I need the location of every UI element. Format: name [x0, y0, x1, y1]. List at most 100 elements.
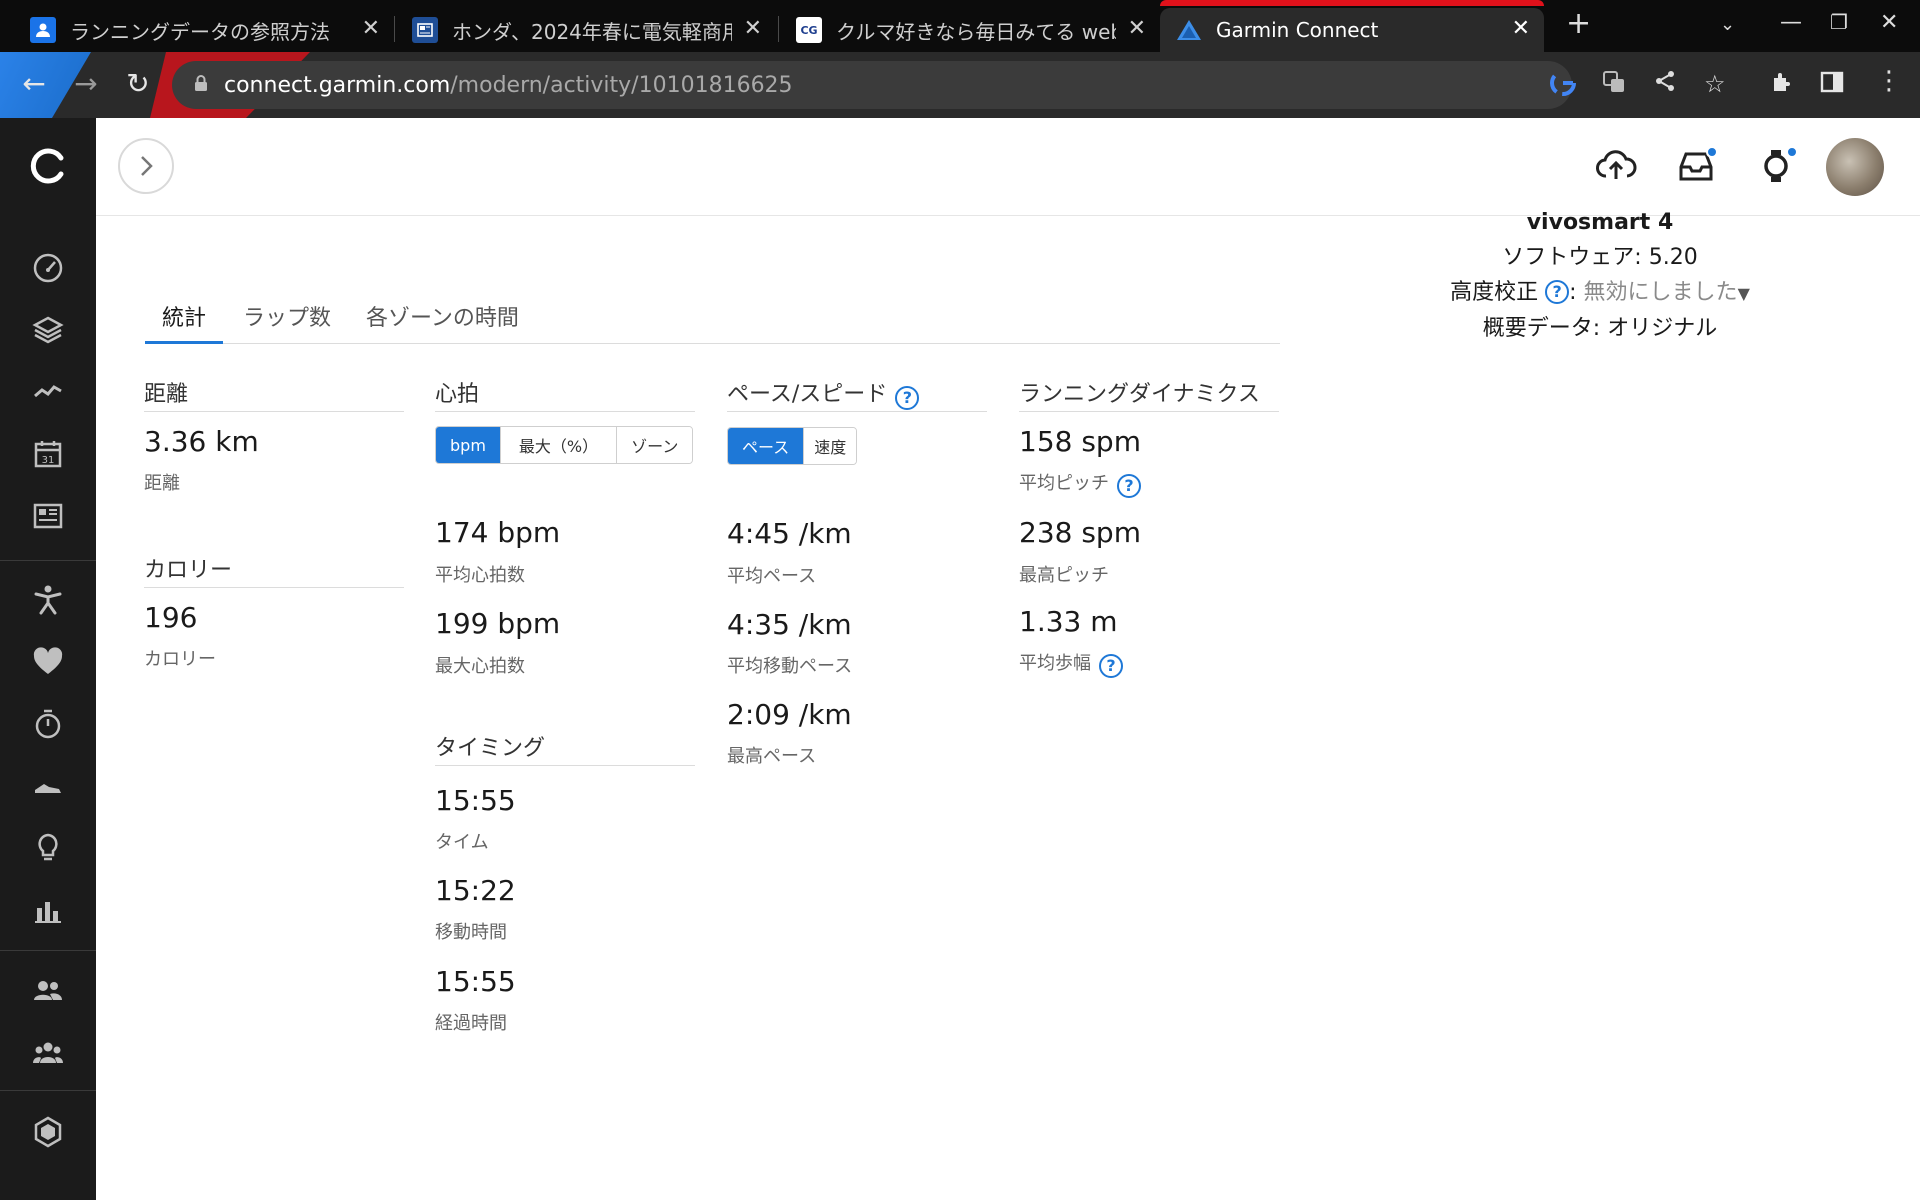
address-toolbar: ← → ↻ connect.garmin.com/modern/activity…: [0, 52, 1920, 118]
tab-title: Garmin Connect: [1216, 18, 1379, 42]
avg-moving-pace-label: 平均移動ペース: [727, 656, 853, 677]
close-icon[interactable]: ✕: [362, 16, 380, 41]
lightbulb-icon[interactable]: [28, 828, 68, 868]
elapsed-time-label: 経過時間: [435, 1013, 507, 1034]
close-icon[interactable]: ✕: [1512, 16, 1530, 41]
avatar[interactable]: [1826, 138, 1884, 196]
pace-unit-toggle: ペース 速度: [727, 427, 858, 465]
tab-separator: [778, 16, 779, 42]
back-arrow-icon[interactable]: ←: [16, 67, 52, 100]
connections-icon[interactable]: [28, 970, 68, 1010]
notification-dot: [1706, 146, 1718, 158]
avg-cadence-row: 平均ピッチ?: [1019, 469, 1141, 498]
avg-heart-rate-label: 平均心拍数: [435, 565, 525, 586]
layers-icon[interactable]: [28, 310, 68, 350]
max-percent-toggle-button[interactable]: 最大（%）: [500, 427, 618, 463]
heart-rate-section-title: 心拍: [435, 376, 695, 412]
new-tab-icon[interactable]: +: [1566, 6, 1591, 41]
person-training-icon[interactable]: [28, 580, 68, 620]
max-cadence-label: 最高ピッチ: [1019, 565, 1109, 586]
url-bar[interactable]: connect.garmin.com/modern/activity/10101…: [172, 61, 1572, 109]
dashboard-gauge-icon[interactable]: [28, 248, 68, 288]
avg-pace-value: 4:45 /km: [727, 517, 852, 550]
help-icon[interactable]: ?: [895, 386, 920, 410]
running-dynamics-section-title: ランニングダイナミクス: [1019, 376, 1279, 412]
inbox-icon[interactable]: [1674, 144, 1718, 188]
activity-trend-icon[interactable]: [28, 372, 68, 412]
watch-device-icon[interactable]: [1754, 144, 1798, 188]
avg-cadence-value: 158 spm: [1019, 425, 1141, 458]
kebab-menu-icon[interactable]: ⋮: [1876, 66, 1902, 96]
avg-pace-label: 平均ペース: [727, 566, 817, 587]
minimize-icon[interactable]: —: [1780, 10, 1802, 35]
best-pace-label: 最高ペース: [727, 746, 817, 767]
tab-search-icon[interactable]: ⌄: [1720, 14, 1735, 35]
window-close-icon[interactable]: ✕: [1880, 10, 1898, 35]
elapsed-time-value: 15:55: [435, 965, 516, 998]
speed-toggle-button[interactable]: 速度: [804, 428, 857, 464]
tab-separator: [394, 16, 395, 42]
share-icon[interactable]: [1654, 70, 1676, 98]
extensions-icon[interactable]: [1770, 70, 1794, 100]
close-icon[interactable]: ✕: [744, 16, 762, 41]
forward-arrow-icon[interactable]: →: [68, 67, 104, 100]
browser-tab-2[interactable]: ホンダ、2024年春に電気軽商用 ✕: [396, 8, 776, 52]
avg-moving-pace-value: 4:35 /km: [727, 608, 852, 641]
browser-tab-active[interactable]: Garmin Connect ✕: [1160, 0, 1544, 52]
groups-icon[interactable]: [28, 1032, 68, 1072]
browser-tab-3[interactable]: CG クルマ好きなら毎日みてる web ✕: [780, 8, 1160, 52]
bookmark-star-icon[interactable]: ☆: [1704, 70, 1726, 98]
translate-icon[interactable]: [1602, 70, 1626, 99]
garmin-connect-logo-icon[interactable]: [28, 146, 68, 186]
help-icon[interactable]: ?: [1099, 654, 1123, 678]
elevation-correction-label: 高度校正: [1450, 280, 1539, 305]
distance-value: 3.36 km: [144, 425, 259, 458]
expand-sidebar-button[interactable]: [118, 138, 174, 194]
avg-stride-row: 平均歩幅?: [1019, 649, 1123, 678]
news-icon: [412, 17, 438, 43]
stats-tabs: 統計 ラップ数 各ゾーンの時間: [145, 292, 1280, 344]
bpm-toggle-button[interactable]: bpm: [436, 427, 501, 463]
url-path: /modern/activity/10101816625: [450, 72, 793, 98]
google-icon[interactable]: [1550, 70, 1576, 102]
tab-stats[interactable]: 統計: [145, 300, 224, 344]
shoe-icon[interactable]: [28, 766, 68, 806]
help-icon[interactable]: ?: [1545, 280, 1570, 304]
tab-zone-times[interactable]: 各ゾーンの時間: [366, 300, 519, 344]
side-panel-icon[interactable]: [1820, 70, 1844, 100]
pace-toggle-button[interactable]: ペース: [728, 428, 805, 464]
contacts-icon: [30, 17, 56, 43]
sidebar-divider: [0, 950, 96, 951]
help-icon[interactable]: ?: [1117, 474, 1141, 498]
elevation-correction-dropdown[interactable]: 無効にしました: [1584, 280, 1738, 305]
lock-icon: [194, 74, 208, 97]
avg-heart-rate-value: 174 bpm: [435, 516, 561, 549]
sidebar-divider: [0, 560, 96, 561]
calories-label: カロリー: [144, 649, 216, 670]
cloud-upload-icon[interactable]: [1594, 144, 1638, 188]
restore-icon[interactable]: ❐: [1830, 10, 1848, 34]
calories-value: 196: [144, 601, 198, 634]
close-icon[interactable]: ✕: [1128, 16, 1146, 41]
browser-tab-1[interactable]: ランニングデータの参照方法 ✕: [14, 8, 394, 52]
moving-time-value: 15:22: [435, 874, 516, 907]
bar-chart-icon[interactable]: [28, 890, 68, 930]
heart-icon[interactable]: [28, 642, 68, 682]
tab-laps[interactable]: ラップ数: [243, 300, 331, 344]
summary-data: 概要データ: オリジナル: [1482, 316, 1718, 341]
sidebar-divider: [0, 1090, 96, 1091]
caret-down-icon[interactable]: ▼: [1738, 284, 1750, 303]
software-version: ソフトウェア: 5.20: [1502, 245, 1698, 270]
notification-dot: [1786, 146, 1798, 158]
calendar-icon[interactable]: 31: [28, 434, 68, 474]
app-header: [96, 118, 1920, 216]
reload-icon[interactable]: ↻: [120, 67, 156, 100]
distance-section-title: 距離: [144, 376, 404, 412]
hexagon-badge-icon[interactable]: [28, 1112, 68, 1152]
device-info-panel: vivosmart 4 ソフトウェア: 5.20 高度校正 ?: 無効にしました…: [1410, 205, 1790, 346]
garmin-sidebar: 31: [0, 118, 96, 1200]
zone-toggle-button[interactable]: ゾーン: [617, 427, 693, 463]
stopwatch-icon[interactable]: [28, 704, 68, 744]
news-feed-icon[interactable]: [28, 496, 68, 536]
browser-tab-strip: ランニングデータの参照方法 ✕ ホンダ、2024年春に電気軽商用 ✕ CG クル…: [0, 0, 1920, 52]
